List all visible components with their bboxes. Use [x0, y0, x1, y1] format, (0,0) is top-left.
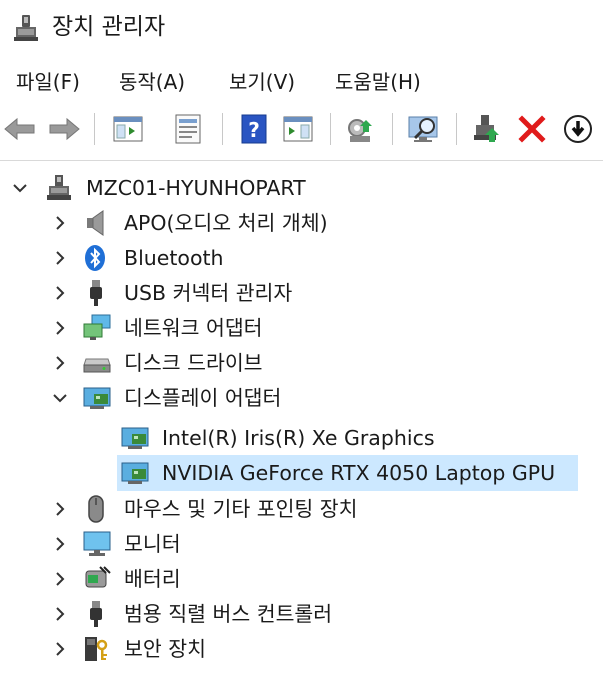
mouse-icon — [88, 495, 104, 523]
toolbar-separator — [456, 113, 457, 145]
toolbar-separator — [330, 113, 331, 145]
title-bar: 장치 관리자 — [0, 0, 603, 56]
toolbar-divider — [0, 160, 603, 161]
computer-icon — [47, 175, 71, 200]
tree-item-label: 범용 직렬 버스 컨트롤러 — [124, 602, 333, 626]
update-driver-icon — [348, 119, 372, 142]
battery-icon — [85, 566, 111, 588]
tree-item-label: 보안 장치 — [124, 637, 206, 661]
properties-icon — [175, 114, 201, 144]
update-driver-button[interactable] — [342, 111, 378, 147]
uninstall-device-button[interactable] — [514, 111, 550, 147]
tree-item-label: Intel(R) Iris(R) Xe Graphics — [162, 426, 435, 450]
tree-item-label: USB 커넥터 관리자 — [124, 281, 293, 305]
tree-item-apo[interactable]: APO(오디오 처리 개체) — [0, 205, 603, 241]
tree-item-intel-graphics[interactable]: Intel(R) Iris(R) Xe Graphics — [0, 420, 603, 456]
display-adapter-icon — [121, 427, 149, 449]
usb-controller-icon — [90, 601, 102, 627]
chevron-right-icon[interactable] — [48, 351, 72, 375]
chevron-right-icon[interactable] — [48, 497, 72, 521]
bluetooth-icon — [85, 245, 105, 271]
window-title: 장치 관리자 — [52, 14, 166, 40]
tree-item-monitor[interactable]: 모니터 — [0, 526, 603, 562]
chevron-down-icon[interactable] — [8, 176, 32, 200]
tree-item-network[interactable]: 네트워크 어댑터 — [0, 310, 603, 346]
action-pane-icon — [283, 116, 313, 142]
scan-hardware-button[interactable] — [406, 111, 442, 147]
toolbar-separator — [222, 113, 223, 145]
tree-item-label: APO(오디오 처리 개체) — [124, 211, 328, 235]
chevron-right-icon[interactable] — [48, 602, 72, 626]
scan-hardware-icon — [408, 116, 438, 142]
menu-help[interactable]: 도움말(H) — [333, 66, 423, 98]
toolbar: ? — [0, 104, 603, 154]
add-device-icon — [474, 115, 499, 142]
menu-bar: 파일(F) 동작(A) 보기(V) 도움말(H) — [0, 62, 603, 102]
tree-item-label: 모니터 — [124, 532, 181, 556]
tree-item-label: 마우스 및 기타 포인팅 장치 — [124, 497, 358, 521]
uninstall-icon — [518, 115, 546, 143]
chevron-right-icon[interactable] — [48, 316, 72, 340]
chevron-right-icon[interactable] — [48, 567, 72, 591]
forward-button[interactable] — [46, 111, 82, 147]
tree-item-display-adapters[interactable]: 디스플레이 어댑터 — [0, 380, 603, 416]
menu-action[interactable]: 동작(A) — [117, 66, 187, 98]
add-device-button[interactable] — [469, 111, 505, 147]
tree-item-battery[interactable]: 배터리 — [0, 561, 603, 597]
help-icon: ? — [241, 114, 267, 144]
show-hide-tree-icon — [113, 116, 143, 142]
monitor-icon — [83, 531, 111, 556]
tree-item-label: 네트워크 어댑터 — [124, 316, 263, 340]
disable-device-button[interactable] — [560, 111, 596, 147]
forward-icon — [49, 117, 80, 141]
toolbar-separator — [94, 113, 95, 145]
tree-root-label: MZC01-HYUNHOPART — [86, 176, 306, 200]
display-adapter-icon — [83, 387, 111, 409]
toolbar-separator — [392, 113, 393, 145]
disable-device-icon — [564, 115, 592, 143]
tree-item-security[interactable]: 보안 장치 — [0, 631, 603, 667]
security-device-icon — [85, 637, 108, 661]
tree-item-disk[interactable]: 디스크 드라이브 — [0, 345, 603, 381]
chevron-right-icon[interactable] — [48, 246, 72, 270]
menu-view[interactable]: 보기(V) — [227, 66, 297, 98]
tree-item-nvidia-gpu[interactable]: NVIDIA GeForce RTX 4050 Laptop GPU — [0, 455, 603, 491]
action-pane-button[interactable] — [280, 111, 316, 147]
tree-item-label: NVIDIA GeForce RTX 4050 Laptop GPU — [162, 461, 556, 485]
tree-root[interactable]: MZC01-HYUNHOPART — [0, 170, 603, 206]
tree-item-label: 디스플레이 어댑터 — [124, 386, 282, 410]
svg-text:?: ? — [248, 118, 260, 142]
chevron-down-icon[interactable] — [48, 386, 72, 410]
disk-icon — [83, 358, 111, 373]
back-icon — [4, 117, 35, 141]
speaker-icon — [87, 210, 104, 236]
menu-file[interactable]: 파일(F) — [14, 66, 82, 98]
chevron-right-icon[interactable] — [48, 532, 72, 556]
device-manager-app-icon — [14, 15, 38, 41]
usb-icon — [90, 280, 102, 306]
tree-item-label: 배터리 — [124, 567, 181, 591]
tree-item-label: 디스크 드라이브 — [124, 351, 263, 375]
display-adapter-icon — [121, 462, 149, 484]
show-hide-tree-button[interactable] — [110, 111, 146, 147]
network-icon — [83, 314, 111, 340]
tree-item-usb-connector[interactable]: USB 커넥터 관리자 — [0, 275, 603, 311]
tree-item-usb-controllers[interactable]: 범용 직렬 버스 컨트롤러 — [0, 596, 603, 632]
tree-item-label: Bluetooth — [124, 246, 224, 270]
chevron-right-icon[interactable] — [48, 637, 72, 661]
tree-item-bluetooth[interactable]: Bluetooth — [0, 240, 603, 276]
tree-item-mouse[interactable]: 마우스 및 기타 포인팅 장치 — [0, 491, 603, 527]
chevron-right-icon[interactable] — [48, 281, 72, 305]
properties-button[interactable] — [170, 111, 206, 147]
help-button[interactable]: ? — [236, 111, 272, 147]
back-button[interactable] — [2, 111, 38, 147]
chevron-right-icon[interactable] — [48, 211, 72, 235]
